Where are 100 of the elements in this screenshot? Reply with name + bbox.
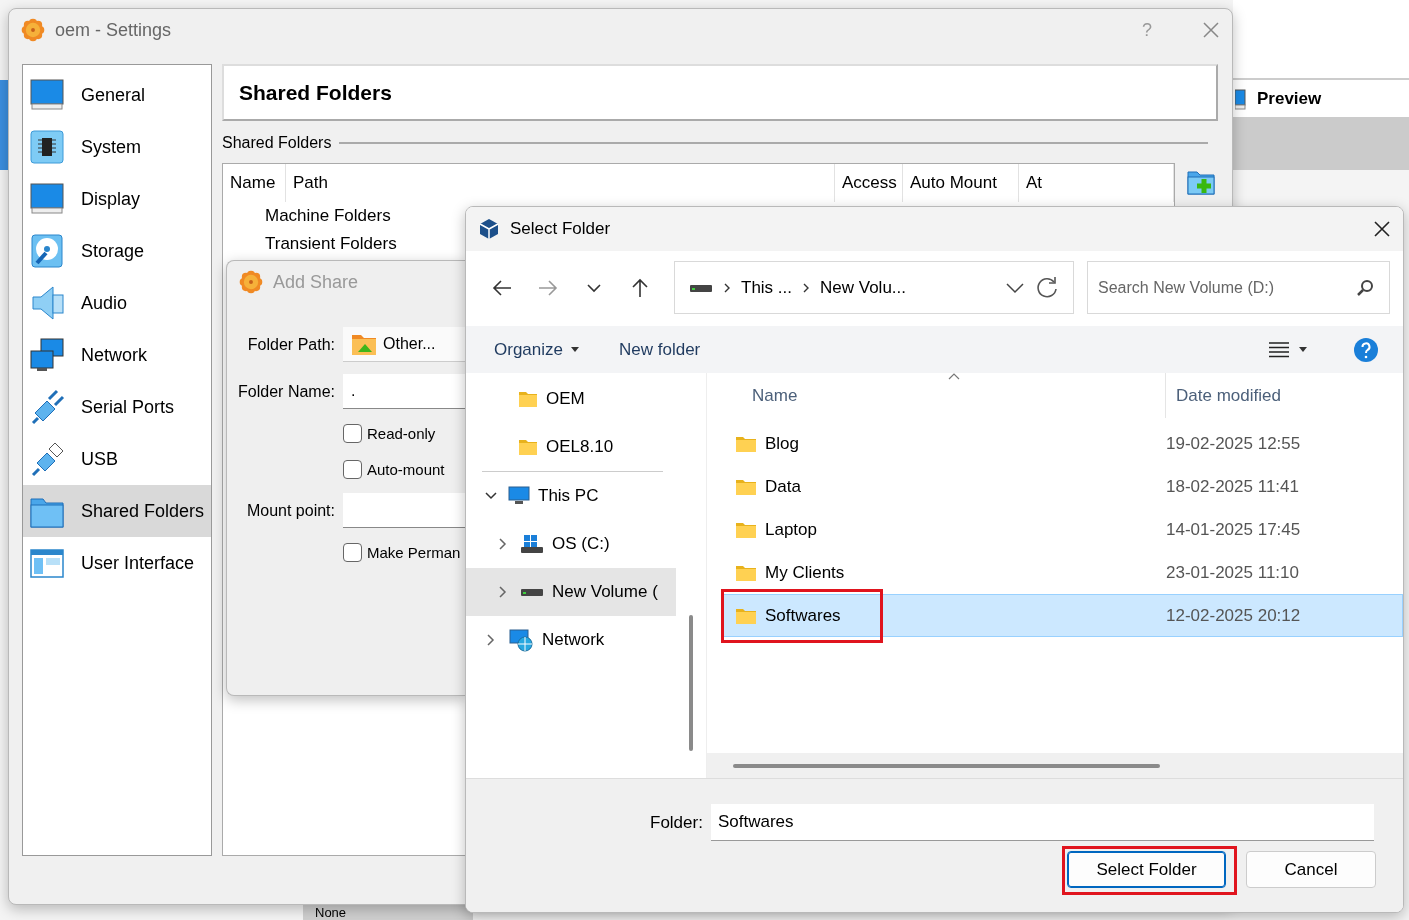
monitor-icon [29, 181, 65, 217]
column-header[interactable]: Path [286, 164, 835, 202]
folder-icon [735, 520, 757, 539]
sidebar-item[interactable]: User Interface [23, 537, 211, 589]
cube-icon [478, 218, 500, 240]
list-view-icon[interactable] [1269, 341, 1289, 358]
field-label: Folder: [650, 812, 703, 833]
drive-icon [689, 282, 713, 293]
network-icon [508, 628, 534, 652]
column-header[interactable]: Access [835, 164, 903, 202]
column-header[interactable]: Name [707, 385, 1165, 406]
checkbox[interactable]: Make Perman [343, 534, 466, 570]
breadcrumb[interactable]: New Volu... [820, 277, 906, 298]
folder-icon [735, 477, 757, 496]
file-row[interactable]: Softwares 12-02-2025 20:12 [722, 594, 1403, 637]
sidebar-item[interactable]: Shared Folders [23, 485, 211, 537]
nav-item[interactable]: OEL8.10 [466, 423, 676, 471]
folder-icon [735, 606, 757, 625]
nav-item[interactable]: OEM [466, 375, 676, 423]
sidebar-item[interactable]: Network [23, 329, 211, 381]
file-row[interactable]: Blog 19-02-2025 12:55 [722, 422, 1403, 465]
sort-caret-icon [948, 373, 960, 380]
monitor-icon [29, 77, 65, 113]
file-name: Blog [765, 433, 800, 454]
breadcrumb[interactable]: This ... [741, 277, 792, 298]
file-name: Data [765, 476, 801, 497]
new-folder-button[interactable]: New folder [619, 339, 701, 360]
chevron-down-icon[interactable] [1005, 281, 1025, 294]
refresh-icon[interactable] [1035, 275, 1059, 300]
chevron-right-icon[interactable] [485, 634, 497, 646]
file-date: 12-02-2025 20:12 [1166, 605, 1301, 626]
field-label: Folder Path: [246, 335, 335, 354]
cancel-button[interactable]: Cancel [1246, 851, 1376, 888]
usb-icon [29, 441, 65, 477]
column-header[interactable]: Auto Mount [903, 164, 1019, 202]
help-icon[interactable] [1353, 336, 1379, 363]
file-date: 19-02-2025 12:55 [1166, 433, 1301, 454]
nav-item[interactable]: Network [466, 616, 676, 664]
field-label: Folder Name: [237, 382, 335, 401]
add-folder-icon[interactable] [1187, 169, 1215, 195]
scrollbar-thumb[interactable] [689, 615, 693, 751]
chevron-right-icon[interactable] [497, 586, 509, 598]
sidebar-item[interactable]: USB [23, 433, 211, 485]
file-row[interactable]: Data 18-02-2025 11:41 [722, 465, 1403, 508]
scrollbar-thumb[interactable] [733, 763, 1160, 768]
caret-icon [571, 347, 579, 352]
search-icon[interactable] [1356, 279, 1374, 297]
file-row[interactable]: My Clients 23-01-2025 11:10 [722, 551, 1403, 594]
checkbox[interactable]: Read-only [343, 415, 466, 451]
file-name: My Clients [765, 562, 845, 583]
search-field[interactable]: Search New Volume (D:) [1087, 261, 1390, 314]
group-label: Shared Folders [222, 134, 332, 153]
input-field[interactable]: Softwares [710, 804, 1374, 841]
plug-icon [29, 389, 65, 425]
chevron-right-icon[interactable] [497, 538, 509, 550]
sidebar-item[interactable]: Serial Ports [23, 381, 211, 433]
window-title: oem - Settings [55, 19, 172, 41]
input-field[interactable] [343, 493, 466, 528]
nav-item[interactable]: This PC [466, 472, 676, 520]
folder-icon [351, 332, 377, 356]
folder-dropdown[interactable]: Other... [343, 327, 466, 362]
dialog-title: Select Folder [510, 219, 611, 239]
nav-item[interactable]: OS (C:) [466, 520, 676, 568]
chip-icon [29, 129, 65, 165]
sidebar-item[interactable]: Display [23, 173, 211, 225]
input-field[interactable]: . [343, 374, 466, 409]
close-icon[interactable] [1373, 220, 1391, 238]
file-row[interactable]: Laptop 14-01-2025 17:45 [722, 508, 1403, 551]
drive-icon [520, 587, 544, 597]
sidebar-item[interactable]: Audio [23, 277, 211, 329]
column-header[interactable]: Name [223, 164, 286, 202]
folder-icon [735, 563, 757, 582]
select-folder-button[interactable]: Select Folder [1067, 851, 1226, 888]
chevron-right-icon [723, 281, 731, 294]
sidebar-item[interactable]: General [23, 69, 211, 121]
column-header[interactable]: At [1019, 164, 1174, 202]
file-name: Laptop [765, 519, 817, 540]
page-title: Shared Folders [222, 64, 1218, 122]
preview-title: Preview [1257, 88, 1322, 109]
file-date: 18-02-2025 11:41 [1166, 476, 1299, 497]
sidebar-item[interactable]: System [23, 121, 211, 173]
nav-item[interactable]: New Volume ( [466, 568, 676, 616]
windows-drive-icon [520, 534, 544, 554]
file-date: 23-01-2025 11:10 [1166, 562, 1299, 583]
checkbox[interactable]: Auto-mount [343, 451, 466, 487]
organize-menu[interactable]: Organize [494, 339, 579, 360]
caret-icon[interactable] [1299, 347, 1307, 352]
file-date: 14-01-2025 17:45 [1166, 519, 1301, 540]
column-header[interactable]: Date modified [1165, 373, 1281, 418]
monitor-icon [508, 486, 530, 506]
dialog-title: Add Share [273, 271, 359, 293]
gear-icon [239, 270, 263, 294]
sidebar-item[interactable]: Storage [23, 225, 211, 277]
chevron-down-icon[interactable] [485, 490, 497, 502]
gear-icon [21, 18, 45, 42]
field-label: Mount point: [245, 501, 335, 520]
folder-icon [518, 390, 538, 408]
network-icon [29, 337, 65, 373]
address-bar[interactable]: This ... New Volu... [674, 261, 1074, 314]
list-text: None [315, 905, 348, 920]
